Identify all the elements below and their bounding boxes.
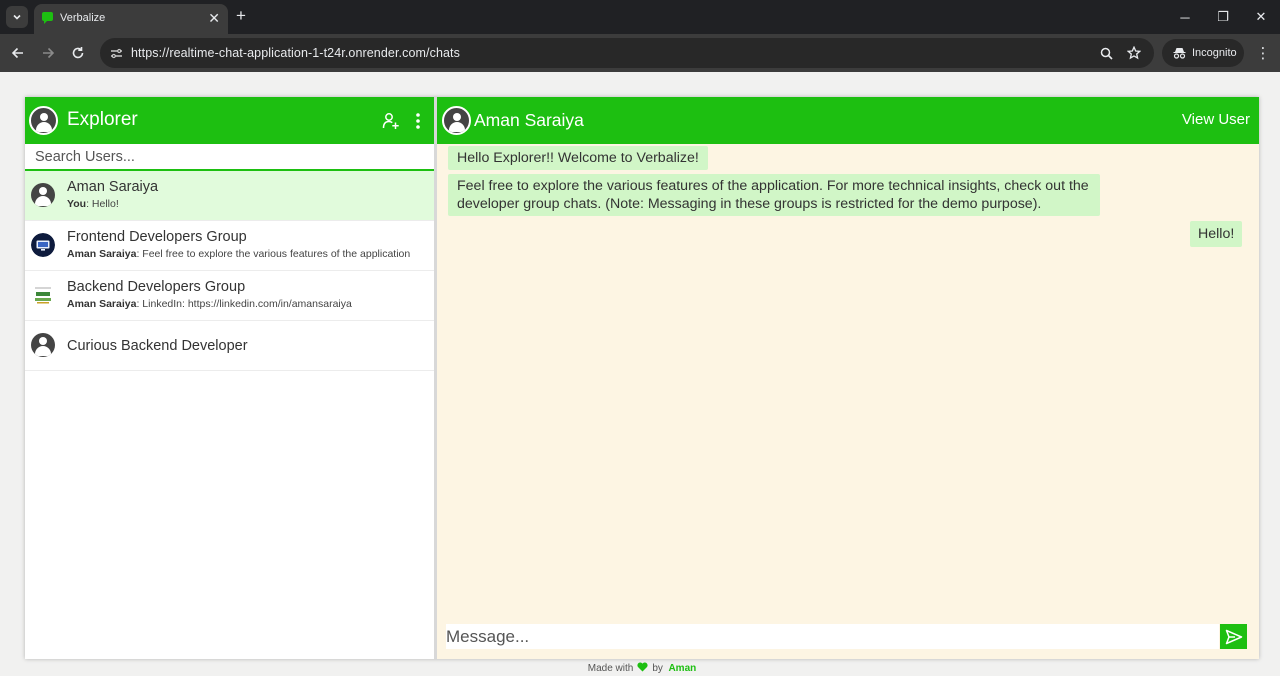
add-user-icon[interactable] (381, 111, 401, 131)
close-window-icon[interactable]: ✕ (1242, 0, 1280, 34)
preview-text: : Hello! (86, 198, 119, 210)
page-footer: Made with by Aman (0, 662, 1280, 675)
send-icon (1225, 629, 1242, 644)
footer-made-with: Made with (587, 663, 634, 674)
chat-name: Frontend Developers Group (67, 229, 247, 245)
chat-name: Curious Backend Developer (67, 338, 248, 354)
browser-tabstrip: Verbalize ✕ + ─ ❐ ✕ (0, 0, 1280, 34)
url-text: https://realtime-chat-application-1-t24r… (131, 46, 460, 60)
browser-toolbar: https://realtime-chat-application-1-t24r… (0, 34, 1280, 72)
default-avatar-icon (31, 333, 55, 357)
reload-icon[interactable] (67, 42, 89, 64)
incognito-icon (1173, 48, 1186, 59)
chat-favicon-icon (42, 12, 53, 24)
send-button[interactable] (1220, 624, 1247, 649)
tab-title: Verbalize (60, 12, 106, 24)
site-info-icon[interactable] (108, 45, 124, 61)
chat-preview: Aman Saraiya: LinkedIn: https://linkedin… (67, 298, 352, 310)
conversation-panel: Aman Saraiya View User Hello Explorer!! … (437, 97, 1259, 659)
preview-text: : Feel free to explore the various featu… (136, 248, 411, 260)
new-tab-button[interactable]: + (236, 6, 246, 26)
tab-search-button[interactable] (6, 6, 28, 28)
restore-icon[interactable]: ❐ (1204, 0, 1242, 34)
message-bubble: Hello Explorer!! Welcome to Verbalize! (448, 146, 708, 170)
more-options-icon[interactable] (408, 111, 428, 131)
minimize-icon[interactable]: ─ (1166, 0, 1204, 34)
chat-name: Aman Saraiya (67, 179, 159, 195)
chat-preview: You: Hello! (67, 198, 119, 210)
browser-menu-icon[interactable]: ⋮ (1254, 42, 1272, 64)
nodejs-group-avatar-icon (31, 283, 55, 307)
preview-sender: Aman Saraiya (67, 298, 137, 310)
incognito-badge[interactable]: Incognito (1162, 39, 1244, 67)
conversation-title: Aman Saraiya (474, 110, 584, 130)
preview-text: : LinkedIn: https://linkedin.com/in/aman… (136, 298, 352, 310)
chevron-down-icon (13, 14, 21, 20)
chat-preview: Aman Saraiya: Feel free to explore the v… (67, 248, 410, 260)
incognito-label: Incognito (1192, 47, 1237, 59)
sidebar-header: Explorer (25, 97, 434, 144)
back-icon[interactable] (7, 42, 29, 64)
chat-app: Explorer Aman Saraiya You: Hello! Fronte… (25, 97, 1259, 659)
view-user-button[interactable]: View User (1182, 111, 1250, 128)
contact-avatar-icon[interactable] (442, 106, 471, 135)
search-bar (25, 144, 434, 171)
search-users-input[interactable] (25, 144, 434, 169)
browser-tab[interactable]: Verbalize ✕ (34, 4, 228, 34)
default-avatar-icon (31, 183, 55, 207)
preview-sender: Aman Saraiya (67, 248, 137, 260)
user-avatar-icon[interactable] (29, 106, 58, 135)
chat-item-backend-group[interactable]: Backend Developers Group Aman Saraiya: L… (25, 271, 434, 321)
chat-list-panel: Explorer Aman Saraiya You: Hello! Fronte… (25, 97, 437, 659)
message-bubble: Feel free to explore the various feature… (448, 174, 1100, 216)
window-controls: ─ ❐ ✕ (1166, 0, 1280, 34)
conversation-header: Aman Saraiya View User (437, 97, 1259, 144)
footer-author-link[interactable]: Aman (668, 663, 696, 674)
bookmark-star-icon[interactable] (1126, 45, 1142, 61)
address-bar[interactable]: https://realtime-chat-application-1-t24r… (100, 38, 1154, 68)
message-input[interactable] (446, 624, 1219, 649)
heart-icon (637, 662, 648, 675)
close-tab-icon[interactable]: ✕ (208, 9, 220, 27)
message-bubble-own: Hello! (1190, 221, 1243, 247)
footer-by: by (652, 663, 663, 674)
chat-item-frontend-group[interactable]: Frontend Developers Group Aman Saraiya: … (25, 221, 434, 271)
zoom-icon[interactable] (1098, 45, 1114, 61)
frontend-group-avatar-icon (31, 233, 55, 257)
message-composer (446, 624, 1219, 649)
chat-item-curious-backend-developer[interactable]: Curious Backend Developer (25, 321, 434, 371)
preview-sender: You (67, 198, 87, 210)
forward-icon[interactable] (37, 42, 59, 64)
chat-item-aman-saraiya[interactable]: Aman Saraiya You: Hello! (25, 171, 434, 221)
sidebar-title: Explorer (67, 109, 138, 130)
chat-name: Backend Developers Group (67, 279, 246, 295)
